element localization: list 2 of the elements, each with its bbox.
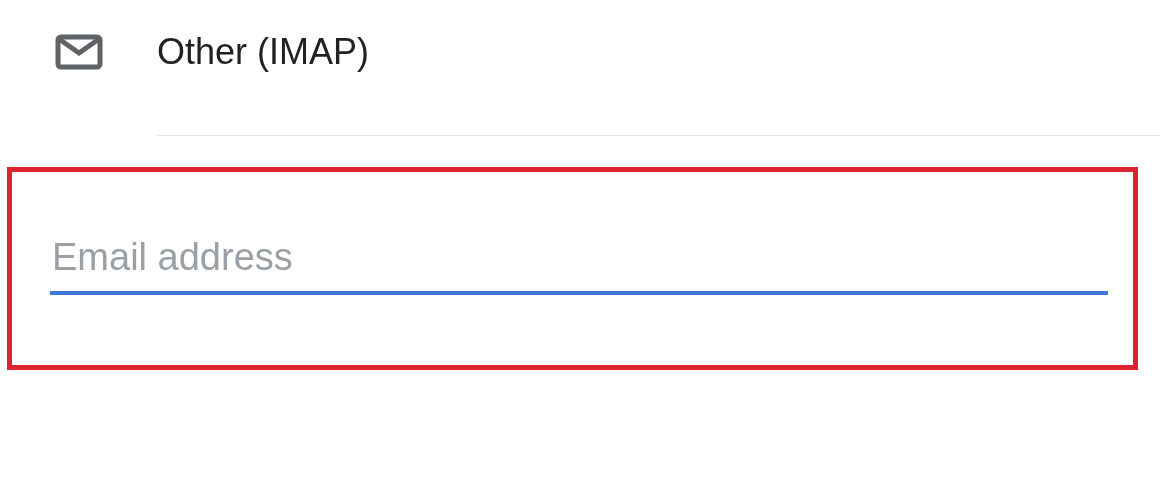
account-option[interactable]: Other (IMAP) xyxy=(157,31,370,73)
mail-icon xyxy=(55,34,103,70)
